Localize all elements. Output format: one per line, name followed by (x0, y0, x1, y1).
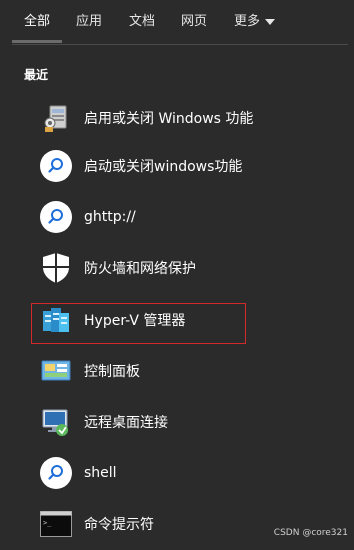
recent-item[interactable]: ghttp:// (30, 195, 340, 239)
item-label: 防火墙和网络保护 (84, 261, 196, 277)
search-icon-wrap (38, 199, 74, 235)
item-label: 远程桌面连接 (84, 415, 168, 431)
recent-item[interactable]: 防火墙和网络保护 (30, 246, 340, 290)
recent-item[interactable]: 控制面板 (30, 349, 340, 393)
search-icon-wrap (38, 455, 74, 491)
search-icon (40, 150, 72, 182)
control-panel-icon (38, 353, 74, 389)
divider (12, 44, 348, 45)
item-label: 启动或关闭windows功能 (84, 159, 243, 175)
shield-icon (38, 250, 74, 286)
tab-documents[interactable]: 文档 (129, 10, 155, 29)
item-label: ghttp:// (84, 209, 136, 225)
chevron-down-icon (265, 18, 276, 25)
item-label: shell (84, 465, 117, 481)
item-label: 命令提示符 (84, 517, 154, 533)
recent-item[interactable]: shell (30, 451, 340, 495)
tab-more-label: 更多 (234, 14, 261, 29)
recent-item[interactable]: 启动或关闭windows功能 (30, 144, 340, 188)
filter-tabs: 全部 应用 文档 网页 更多 (0, 0, 354, 44)
svg-text:>_: >_ (43, 519, 52, 527)
recent-item[interactable]: >_ 命令提示符 (30, 502, 340, 546)
remote-desktop-icon (38, 404, 74, 440)
search-icon (40, 201, 72, 233)
item-label: 控制面板 (84, 364, 140, 380)
tab-web[interactable]: 网页 (181, 10, 207, 29)
tab-apps[interactable]: 应用 (76, 10, 102, 29)
tab-all[interactable]: 全部 (24, 10, 50, 29)
search-icon (40, 457, 72, 489)
tab-more[interactable]: 更多 (234, 10, 276, 29)
recent-item[interactable]: 远程桌面连接 (30, 400, 340, 444)
windows-features-icon (38, 100, 74, 136)
search-icon-wrap (38, 148, 74, 184)
section-title-recent: 最近 (24, 68, 49, 82)
watermark: CSDN @core321 (273, 528, 348, 538)
recent-item[interactable]: 启用或关闭 Windows 功能 (30, 96, 340, 140)
cmd-icon: >_ (38, 506, 74, 542)
highlight-box (31, 303, 246, 344)
item-label: 启用或关闭 Windows 功能 (84, 111, 254, 127)
active-tab-indicator (12, 40, 62, 43)
